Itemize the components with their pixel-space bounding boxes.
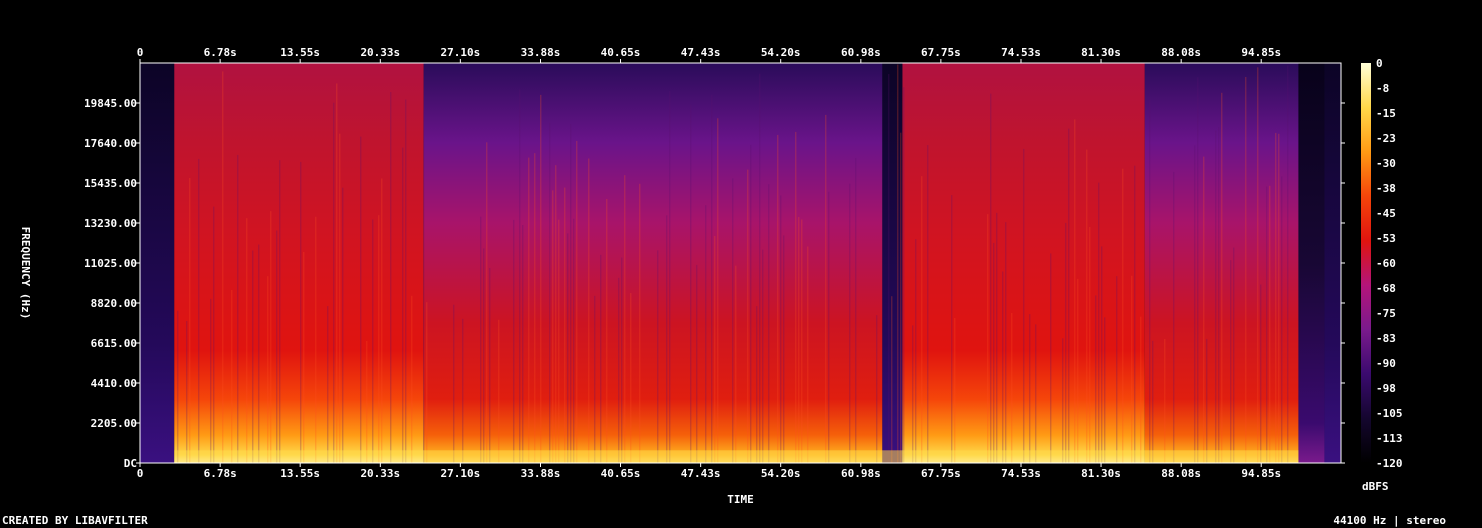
y-tick-label: 19845.00 [84,97,137,110]
x-tick-label-top: 0 [137,46,144,59]
x-tick-label-top: 88.08s [1161,46,1201,59]
x-tick-label-top: 27.10s [440,46,480,59]
bass-band [174,450,1299,463]
colorbar-title: dBFS [1362,480,1389,493]
y-tick-label: 15435.00 [84,177,137,190]
x-tick-label-top: 6.78s [204,46,237,59]
outro-silence [1324,63,1341,463]
x-tick-label-bottom: 67.75s [921,467,961,480]
footer-audio-info: 44100 Hz | stereo [1333,514,1446,527]
x-tick-label-top: 47.43s [681,46,721,59]
fade-out [1298,63,1325,463]
x-tick-label-bottom: 27.10s [440,467,480,480]
y-tick-label: 8820.00 [91,297,137,310]
colorbar-tick-label: -53 [1376,232,1396,245]
x-tick-label-bottom: 20.33s [360,467,400,480]
colorbar-tick-label: -30 [1376,157,1396,170]
intro-silence [140,63,175,463]
x-tick-label-bottom: 94.85s [1241,467,1281,480]
y-tick-label: 4410.00 [91,377,137,390]
x-tick-label-bottom: 0 [137,467,144,480]
x-tick-label-bottom: 47.43s [681,467,721,480]
colorbar-tick-label: 0 [1376,57,1383,70]
x-tick-label-top: 67.75s [921,46,961,59]
x-axis-title: TIME [727,493,754,506]
section-1 [174,63,424,463]
break-silence [882,63,903,463]
y-tick-label: 2205.00 [91,417,137,430]
x-tick-label-top: 33.88s [521,46,561,59]
x-tick-label-bottom: 6.78s [204,467,237,480]
colorbar [1361,63,1371,463]
colorbar-tick-label: -38 [1376,182,1396,195]
colorbar-tick-label: -60 [1376,257,1396,270]
colorbar-tick-label: -8 [1376,82,1389,95]
x-tick-label-bottom: 33.88s [521,467,561,480]
x-tick-label-bottom: 81.30s [1081,467,1121,480]
x-tick-label-bottom: 74.53s [1001,467,1041,480]
x-tick-label-top: 13.55s [280,46,320,59]
colorbar-tick-label: -45 [1376,207,1396,220]
x-tick-label-top: 74.53s [1001,46,1041,59]
x-tick-label-bottom: 88.08s [1161,467,1201,480]
x-tick-label-bottom: 40.65s [601,467,641,480]
y-tick-label: DC [124,457,137,470]
footer-credit: CREATED BY LIBAVFILTER [2,514,148,527]
x-tick-label-top: 60.98s [841,46,881,59]
spectrogram-chart: 0 0 6.78s 6.78s 13.55s 13.55s 20.33s 20.33s 27.1… [19,46,1403,506]
colorbar-tick-label: -120 [1376,457,1403,470]
colorbar-tick-label: -68 [1376,282,1396,295]
y-tick-label: 13230.00 [84,217,137,230]
colorbar-tick-label: -83 [1376,332,1396,345]
x-tick-label-bottom: 54.20s [761,467,801,480]
y-tick-label: 11025.00 [84,257,137,270]
x-tick-label-top: 40.65s [601,46,641,59]
x-tick-label-top: 54.20s [761,46,801,59]
y-tick-label: 6615.00 [91,337,137,350]
colorbar-tick-label: -90 [1376,357,1396,370]
colorbar-tick-label: -98 [1376,382,1396,395]
x-tick-label-top: 94.85s [1241,46,1281,59]
colorbar-tick-label: -23 [1376,132,1396,145]
y-tick-label: 17640.00 [84,137,137,150]
colorbar-tick-label: -105 [1376,407,1403,420]
colorbar-tick-label: -15 [1376,107,1396,120]
colorbar-tick-label: -75 [1376,307,1396,320]
colorbar-tick-label: -113 [1376,432,1403,445]
x-tick-label-top: 81.30s [1081,46,1121,59]
y-axis-title: FREQUENCY (Hz) [19,227,32,320]
spectrogram-body [140,63,1341,463]
x-tick-label-top: 20.33s [360,46,400,59]
section-2 [423,63,883,463]
x-tick-label-bottom: 60.98s [841,467,881,480]
x-tick-label-bottom: 13.55s [280,467,320,480]
